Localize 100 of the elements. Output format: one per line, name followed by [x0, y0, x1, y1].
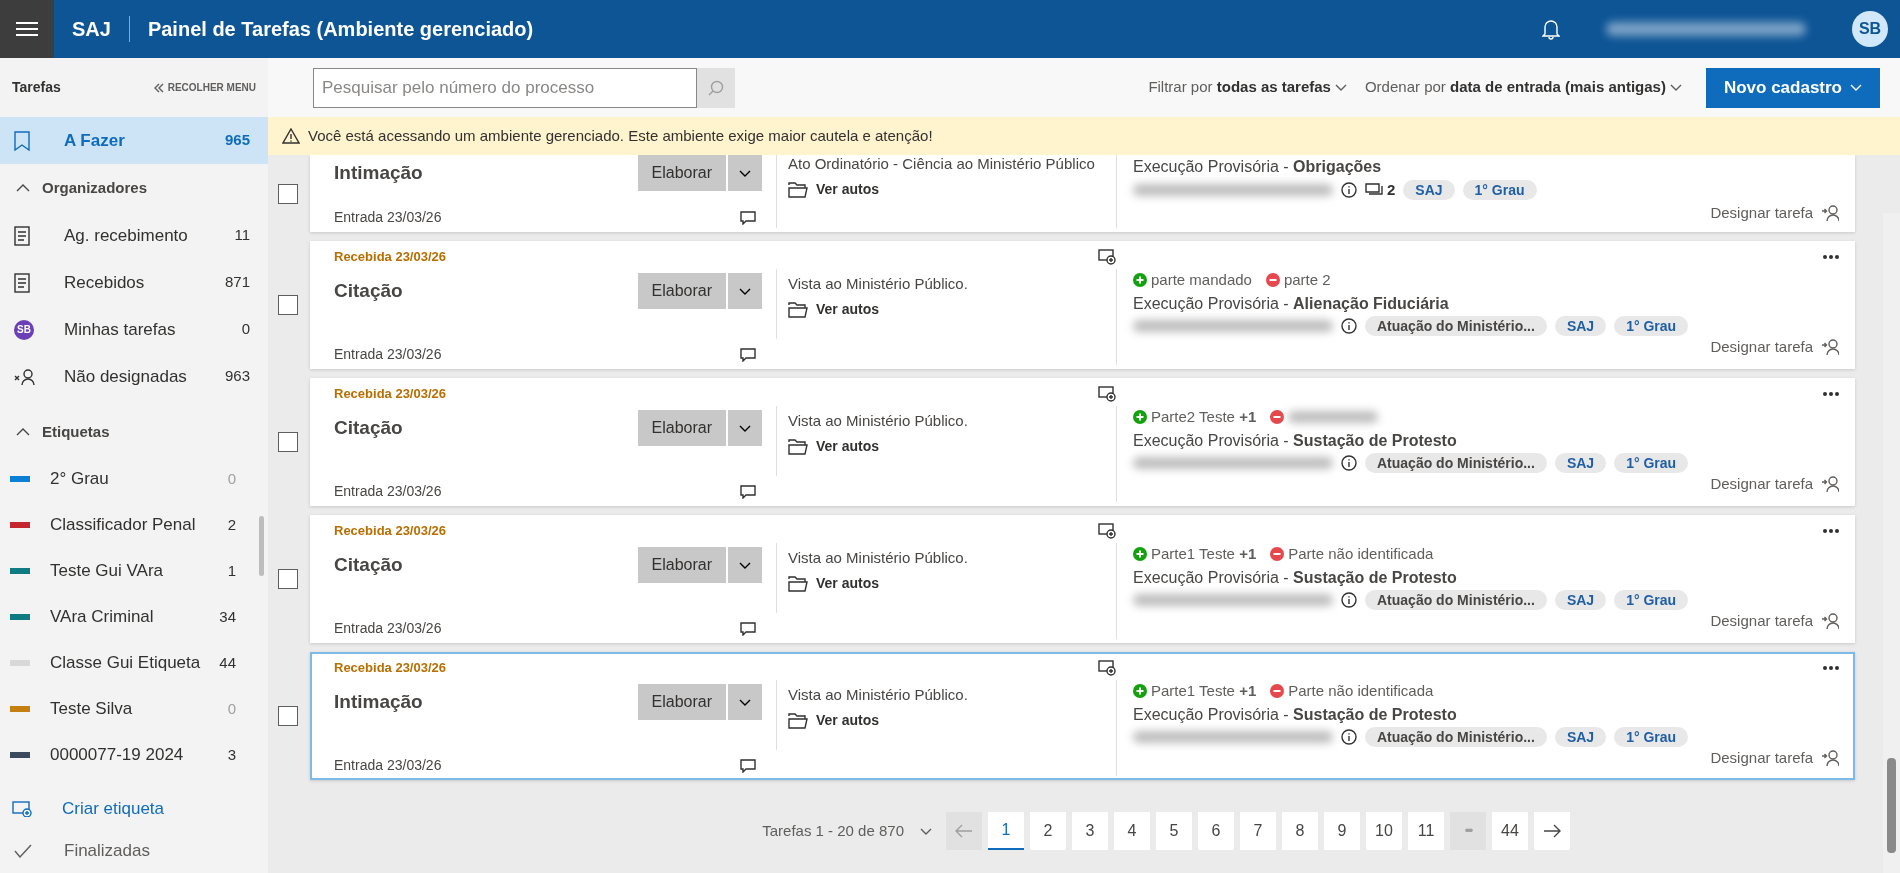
add-to-window-icon — [1098, 386, 1116, 402]
page-button[interactable]: 11 — [1408, 812, 1444, 850]
sidebar-item[interactable]: VAra Criminal 34 — [0, 594, 268, 640]
assign-task-button[interactable]: Designar tarefa — [1710, 746, 1839, 769]
case-class: Execução Provisória - Sustação de Protesto — [1133, 567, 1458, 588]
elaborate-options-button[interactable] — [728, 155, 762, 191]
assign-task-button[interactable]: Designar tarefa — [1710, 609, 1839, 632]
page-button[interactable]: 8 — [1282, 812, 1318, 850]
more-options-icon[interactable] — [1823, 392, 1839, 396]
view-case-link[interactable]: Ver autos — [788, 436, 1116, 457]
assign-task-button[interactable]: Designar tarefa — [1710, 201, 1839, 224]
notifications-button[interactable] — [1542, 18, 1560, 40]
elaborate-options-button[interactable] — [728, 410, 762, 446]
finished-tasks-item[interactable]: Finalizadas — [0, 829, 268, 873]
comment-icon[interactable] — [740, 210, 756, 225]
warning-icon — [282, 128, 300, 144]
sidebar-item[interactable]: Classificador Penal 2 — [0, 502, 268, 548]
create-label-link[interactable]: Criar etiqueta — [0, 789, 268, 829]
task-card[interactable]: Intimação Elaborar Entrada 23/03/26 Ato Ordinatório - Ciência ao Ministério Público Ver autos Execução Provisória - Obrigações 2 SAJ 1° Grau Designar tarefa — [310, 155, 1855, 232]
sidebar-item[interactable]: 0000077-19 2024 3 — [0, 732, 268, 778]
section-header[interactable]: Etiquetas — [0, 408, 268, 456]
sidebar-item[interactable]: 2° Grau 0 — [0, 456, 268, 502]
task-description: Ato Ordinatório - Ciência ao Ministério Público — [788, 155, 1096, 173]
elaborate-button[interactable]: Elaborar — [637, 410, 726, 446]
task-checkbox[interactable] — [278, 569, 298, 589]
page-button[interactable]: 7 — [1240, 812, 1276, 850]
sort-dropdown[interactable]: Ordenar por data de entrada (mais antigas) — [1364, 76, 1682, 99]
view-case-link[interactable]: Ver autos — [788, 299, 1116, 320]
chevron-down-icon — [1669, 84, 1682, 91]
received-date: Recebida 23/03/26 — [334, 522, 448, 541]
sidebar-item[interactable]: Ag. recebimento 11 — [0, 212, 268, 259]
sidebar-item[interactable]: Não designadas 963 — [0, 353, 268, 400]
comment-icon[interactable] — [740, 758, 756, 773]
view-case-link[interactable]: Ver autos — [788, 179, 1116, 200]
chevron-down-icon — [920, 827, 932, 835]
task-checkbox[interactable] — [278, 706, 298, 726]
elaborate-button[interactable]: Elaborar — [637, 155, 726, 191]
assign-task-button[interactable]: Designar tarefa — [1710, 335, 1839, 358]
new-record-button[interactable]: Novo cadastro — [1705, 67, 1880, 108]
add-label-icon — [12, 801, 32, 817]
page-size-dropdown[interactable]: Tarefas 1 - 20 de 870 — [762, 819, 932, 843]
comment-icon[interactable] — [740, 621, 756, 636]
sidebar-item[interactable]: Teste Silva 0 — [0, 686, 268, 732]
info-icon[interactable] — [1341, 182, 1357, 199]
task-card[interactable] — [310, 652, 1855, 780]
task-checkbox[interactable] — [278, 183, 298, 204]
page-button[interactable]: 1 — [988, 812, 1024, 850]
scrollbar-thumb[interactable] — [1887, 758, 1896, 853]
elaborate-button[interactable]: Elaborar — [637, 547, 726, 583]
page-button[interactable]: 2 — [1030, 812, 1066, 850]
info-icon[interactable] — [1341, 454, 1357, 471]
comment-icon[interactable] — [740, 484, 756, 499]
elaborate-options-button[interactable] — [728, 547, 762, 583]
collapse-menu-button[interactable]: RECOLHER MENU — [153, 80, 256, 95]
elaborate-button[interactable]: Elaborar — [637, 273, 726, 309]
menu-button[interactable] — [0, 0, 54, 58]
more-options-icon[interactable] — [1823, 529, 1839, 533]
info-icon[interactable] — [1341, 317, 1357, 334]
page-button[interactable]: 4 — [1114, 812, 1150, 850]
sidebar-title: Tarefas — [12, 78, 61, 97]
info-icon[interactable] — [1341, 591, 1357, 608]
tag-chip: 1° Grau — [1614, 589, 1689, 610]
task-card[interactable] — [310, 515, 1855, 643]
task-description: Vista ao Ministério Público. — [788, 686, 969, 704]
elaborate-options-button[interactable] — [728, 684, 762, 720]
task-card[interactable] — [310, 378, 1855, 506]
info-icon[interactable] — [1341, 728, 1357, 745]
task-checkbox[interactable] — [278, 295, 298, 315]
more-options-icon[interactable] — [1823, 255, 1839, 259]
sidebar-item[interactable]: Teste Gui VAra 1 — [0, 548, 268, 594]
task-checkbox[interactable] — [278, 432, 298, 452]
sidebar-item[interactable]: A Fazer 965 — [0, 117, 268, 164]
comment-icon[interactable] — [740, 347, 756, 362]
scrollbar-thumb[interactable] — [259, 516, 264, 576]
elaborate-options-button[interactable] — [728, 273, 762, 309]
more-options-icon[interactable] — [1823, 666, 1839, 670]
sidebar-item[interactable]: Classe Gui Etiqueta 44 — [0, 640, 268, 686]
sidebar-item[interactable]: SB Minhas tarefas 0 — [0, 306, 268, 353]
view-case-link[interactable]: Ver autos — [788, 710, 1116, 731]
task-card[interactable] — [310, 241, 1855, 369]
page-button[interactable]: 10 — [1366, 812, 1402, 850]
sidebar-item[interactable]: Recebidos 871 — [0, 259, 268, 306]
assign-task-button[interactable]: Designar tarefa — [1710, 472, 1839, 495]
assign-person-icon — [1821, 612, 1839, 629]
page-button[interactable]: 3 — [1072, 812, 1108, 850]
search-field[interactable]: Pesquisar pelo número do processo — [313, 67, 697, 108]
elaborate-button[interactable]: Elaborar — [637, 684, 726, 720]
page-button[interactable]: 9 — [1324, 812, 1360, 850]
tag-chip: SAJ — [1403, 180, 1455, 201]
chevron-down-icon — [1850, 84, 1862, 91]
next-page-button[interactable] — [1534, 812, 1570, 850]
section-header[interactable]: Organizadores — [0, 164, 268, 212]
page-button[interactable]: 5 — [1156, 812, 1192, 850]
page-button[interactable]: 44 — [1492, 812, 1528, 850]
chevron-down-icon — [739, 698, 751, 706]
user-avatar[interactable]: SB — [1852, 11, 1888, 47]
page-button[interactable]: 6 — [1198, 812, 1234, 850]
filter-dropdown[interactable]: Filtrar por todas as tarefas — [1148, 76, 1347, 99]
view-case-link[interactable]: Ver autos — [788, 573, 1116, 594]
case-class: Execução Provisória - Obrigações — [1133, 157, 1383, 177]
